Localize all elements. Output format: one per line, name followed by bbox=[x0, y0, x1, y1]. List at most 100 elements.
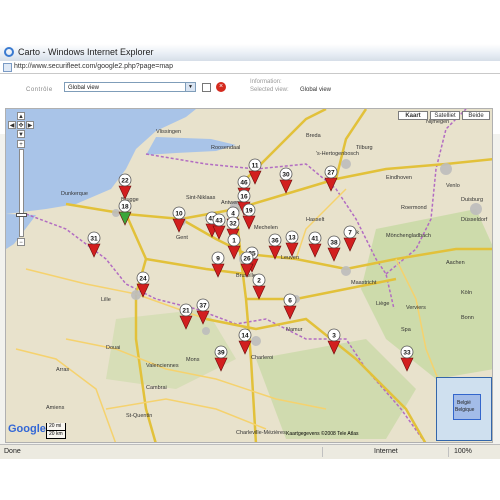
marker-label: 13 bbox=[288, 235, 296, 242]
chevron-down-icon[interactable]: ▼ bbox=[185, 83, 195, 91]
place-label: Mechelen bbox=[254, 225, 278, 231]
marker-label: 31 bbox=[90, 236, 98, 243]
marker-label: 14 bbox=[241, 333, 249, 340]
delete-icon[interactable]: × bbox=[216, 82, 226, 92]
vehicle-marker[interactable]: 27 bbox=[324, 165, 338, 192]
place-label: Mons bbox=[186, 357, 200, 363]
view-select[interactable]: Global view ▼ bbox=[64, 82, 196, 92]
marker-pin-icon[interactable] bbox=[172, 218, 186, 233]
zoom-slider-track[interactable] bbox=[19, 149, 24, 237]
status-done: Done bbox=[4, 448, 21, 455]
place-label: Gent bbox=[176, 235, 188, 241]
scale-km: 20 km bbox=[46, 431, 66, 439]
vehicle-marker[interactable]: 9 bbox=[211, 251, 225, 278]
vehicle-marker[interactable]: 43 bbox=[212, 213, 226, 240]
place-label: Verviers bbox=[406, 305, 426, 311]
marker-label: 43 bbox=[215, 218, 223, 225]
pan-center-button[interactable]: ✥ bbox=[17, 121, 25, 129]
marker-label: 38 bbox=[330, 240, 338, 247]
marker-label: 46 bbox=[240, 180, 248, 187]
window-title: Carto - Windows Internet Explorer bbox=[18, 47, 154, 57]
marker-label: 6 bbox=[288, 298, 292, 305]
vehicle-marker[interactable]: 41 bbox=[308, 231, 322, 258]
marker-pin-icon[interactable] bbox=[283, 305, 297, 320]
marker-pin-icon[interactable] bbox=[227, 245, 241, 260]
place-label: Charleville-Mézières bbox=[236, 430, 286, 436]
vehicle-marker[interactable]: 2 bbox=[252, 273, 266, 300]
marker-pin-icon[interactable] bbox=[327, 247, 341, 262]
vehicle-marker[interactable]: 11 bbox=[248, 158, 262, 185]
vehicle-marker[interactable]: 10 bbox=[172, 206, 186, 233]
map-canvas[interactable]: Vlissingen Breda's-Hertogenbosch Nijmegen R… bbox=[5, 108, 493, 443]
view-select-value: Global view bbox=[68, 85, 100, 91]
marker-label: 37 bbox=[199, 303, 207, 310]
marker-pin-icon[interactable] bbox=[252, 285, 266, 300]
marker-pin-icon[interactable] bbox=[324, 177, 338, 192]
vehicle-marker[interactable]: 33 bbox=[400, 345, 414, 372]
page-icon bbox=[3, 63, 12, 72]
place-label: Duisburg bbox=[461, 197, 483, 203]
title-bar: Carto - Windows Internet Explorer bbox=[0, 44, 500, 62]
address-bar[interactable]: http://www.securifleet.com/google2.php?p… bbox=[0, 61, 500, 74]
vehicle-marker[interactable]: 6 bbox=[283, 293, 297, 320]
marker-label: 41 bbox=[311, 236, 319, 243]
address-url[interactable]: http://www.securifleet.com/google2.php?p… bbox=[14, 63, 173, 70]
overview-label-1: België bbox=[457, 400, 471, 406]
marker-label: 18 bbox=[121, 204, 129, 211]
vehicle-marker[interactable]: 13 bbox=[285, 230, 299, 257]
overview-map[interactable]: België Belgique bbox=[436, 377, 492, 441]
vehicle-marker[interactable]: 1 bbox=[227, 233, 241, 260]
green-area-ardennes bbox=[256, 339, 416, 439]
map-graphic: VlissingenBreda's-HertogenboschNijmegenR… bbox=[6, 109, 492, 442]
place-label: Dunkerque bbox=[61, 191, 88, 197]
marker-pin-icon[interactable] bbox=[308, 243, 322, 258]
selected-view-label: Selected view: bbox=[250, 87, 289, 93]
ie-icon bbox=[4, 47, 14, 57]
marker-label: 3 bbox=[332, 333, 336, 340]
place-label: Venlo bbox=[446, 183, 460, 189]
status-zone: Internet bbox=[374, 448, 398, 455]
place-label: St-Quentin bbox=[126, 413, 152, 419]
place-label: Breda bbox=[306, 133, 322, 139]
marker-label: 19 bbox=[245, 208, 253, 215]
vehicle-marker[interactable]: 38 bbox=[327, 235, 341, 262]
zoom-in-button[interactable]: + bbox=[17, 140, 25, 148]
status-separator bbox=[322, 447, 323, 457]
place-label: Hasselt bbox=[306, 217, 325, 223]
google-logo[interactable]: Google bbox=[8, 423, 46, 435]
marker-label: 27 bbox=[327, 170, 335, 177]
vehicle-marker[interactable]: 30 bbox=[279, 167, 293, 194]
info-label: Information: bbox=[250, 79, 282, 85]
map-type-kaart[interactable]: Kaart bbox=[398, 111, 428, 120]
pan-down-button[interactable]: ▼ bbox=[17, 130, 25, 138]
pan-up-button[interactable]: ▲ bbox=[17, 112, 25, 120]
marker-pin-icon[interactable] bbox=[343, 237, 357, 252]
marker-label: 10 bbox=[175, 211, 183, 218]
place-label: Namur bbox=[286, 327, 303, 333]
place-label: Vlissingen bbox=[156, 129, 181, 135]
vehicle-marker[interactable]: 22 bbox=[118, 173, 132, 200]
pan-left-button[interactable]: ◀ bbox=[8, 121, 16, 129]
info-labels: Information: Selected view: bbox=[250, 78, 289, 94]
zoom-slider-handle[interactable] bbox=[16, 213, 27, 217]
marker-label: 32 bbox=[229, 221, 237, 228]
scale-miles: 20 mi bbox=[46, 423, 66, 431]
pan-right-button[interactable]: ▶ bbox=[26, 121, 34, 129]
place-label: Mönchengladbach bbox=[386, 233, 431, 239]
map-type-satelliet[interactable]: Satelliet bbox=[430, 111, 460, 120]
marker-pin-icon[interactable] bbox=[248, 170, 262, 185]
status-bar: Done Internet 100% bbox=[0, 444, 500, 459]
marker-pin-icon[interactable] bbox=[279, 179, 293, 194]
vehicle-marker[interactable]: 7 bbox=[343, 225, 357, 252]
marker-pin-icon[interactable] bbox=[400, 357, 414, 372]
marker-label: 33 bbox=[403, 350, 411, 357]
zoom-out-button[interactable]: − bbox=[17, 238, 25, 246]
marker-pin-icon[interactable] bbox=[87, 243, 101, 258]
marker-label: 2 bbox=[257, 278, 261, 285]
place-label: Spa bbox=[401, 327, 412, 333]
map-type-beide[interactable]: Beide bbox=[462, 111, 490, 120]
place-label: Eindhoven bbox=[386, 175, 412, 181]
vehicle-marker[interactable]: 31 bbox=[87, 231, 101, 258]
view-checkbox[interactable] bbox=[202, 83, 211, 92]
marker-label: 4 bbox=[231, 211, 235, 218]
